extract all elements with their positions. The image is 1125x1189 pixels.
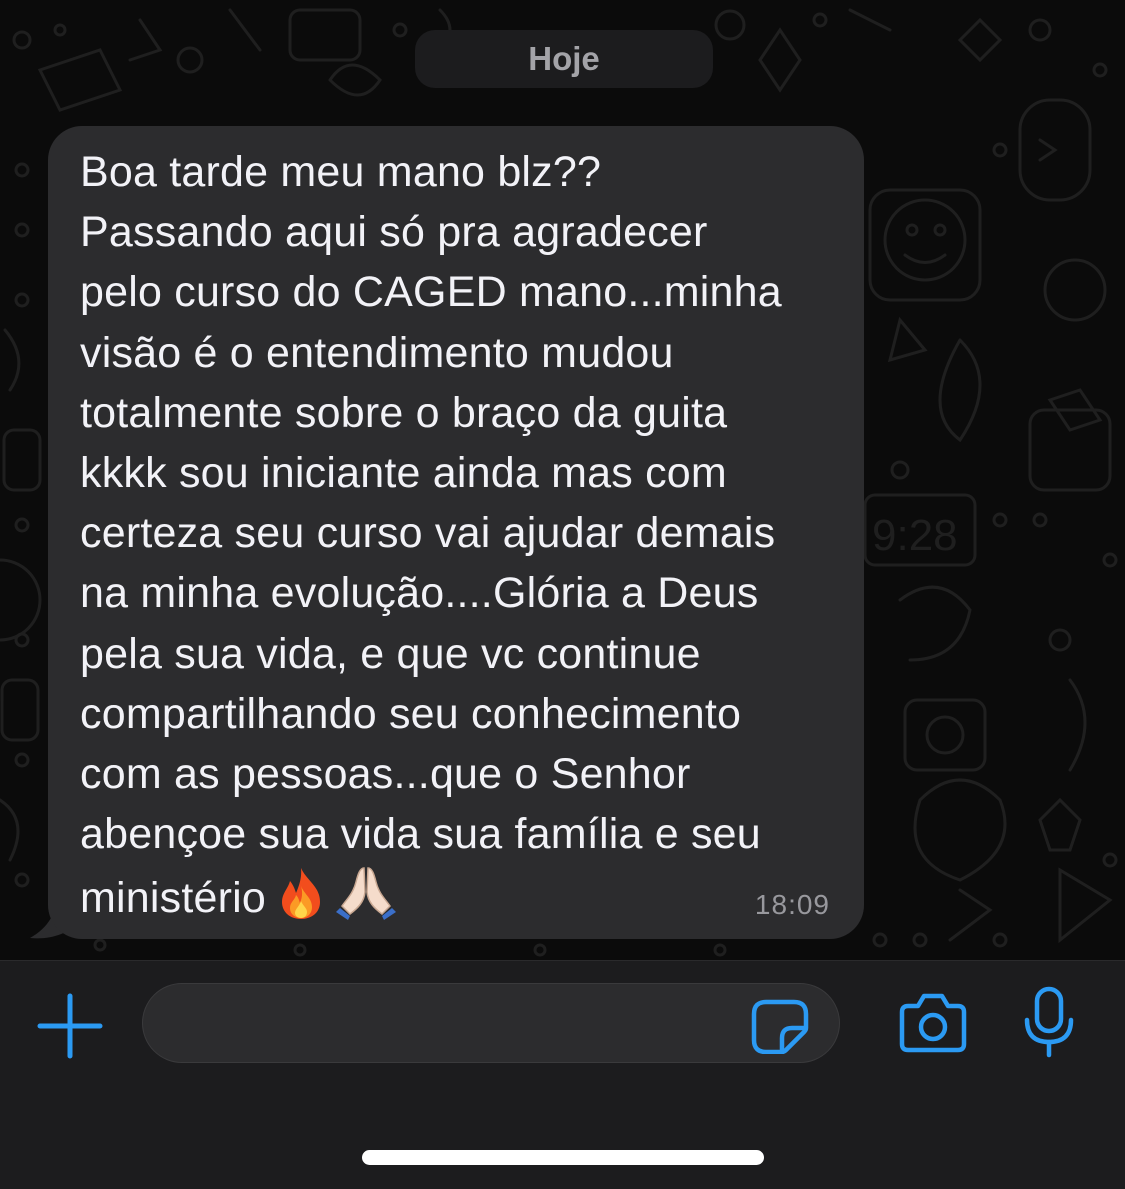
camera-button[interactable]	[898, 992, 968, 1054]
message-timestamp: 18:09	[754, 889, 830, 920]
microphone-button[interactable]	[1022, 986, 1076, 1058]
plus-icon	[37, 993, 103, 1059]
home-indicator[interactable]	[362, 1150, 764, 1165]
chat-area[interactable]: 9:28 Hoje Boa tarde meu mano blz?? Passa…	[0, 0, 1125, 960]
camera-icon	[899, 993, 967, 1053]
sticker-icon	[751, 999, 809, 1055]
attach-button[interactable]	[36, 992, 104, 1060]
message-body: Boa tarde meu mano blz?? Passando aqui s…	[80, 148, 782, 923]
microphone-icon	[1024, 986, 1074, 1058]
fire-emoji	[276, 866, 326, 936]
praying-hands-emoji	[336, 864, 396, 936]
message-input[interactable]	[142, 983, 840, 1063]
chat-screen: 9:28 Hoje Boa tarde meu mano blz?? Passa…	[0, 0, 1125, 1189]
date-separator: Hoje	[415, 30, 713, 88]
svg-text:9:28: 9:28	[872, 511, 958, 560]
message-text: Boa tarde meu mano blz?? Passando aqui s…	[80, 142, 850, 937]
sticker-button[interactable]	[750, 998, 810, 1055]
